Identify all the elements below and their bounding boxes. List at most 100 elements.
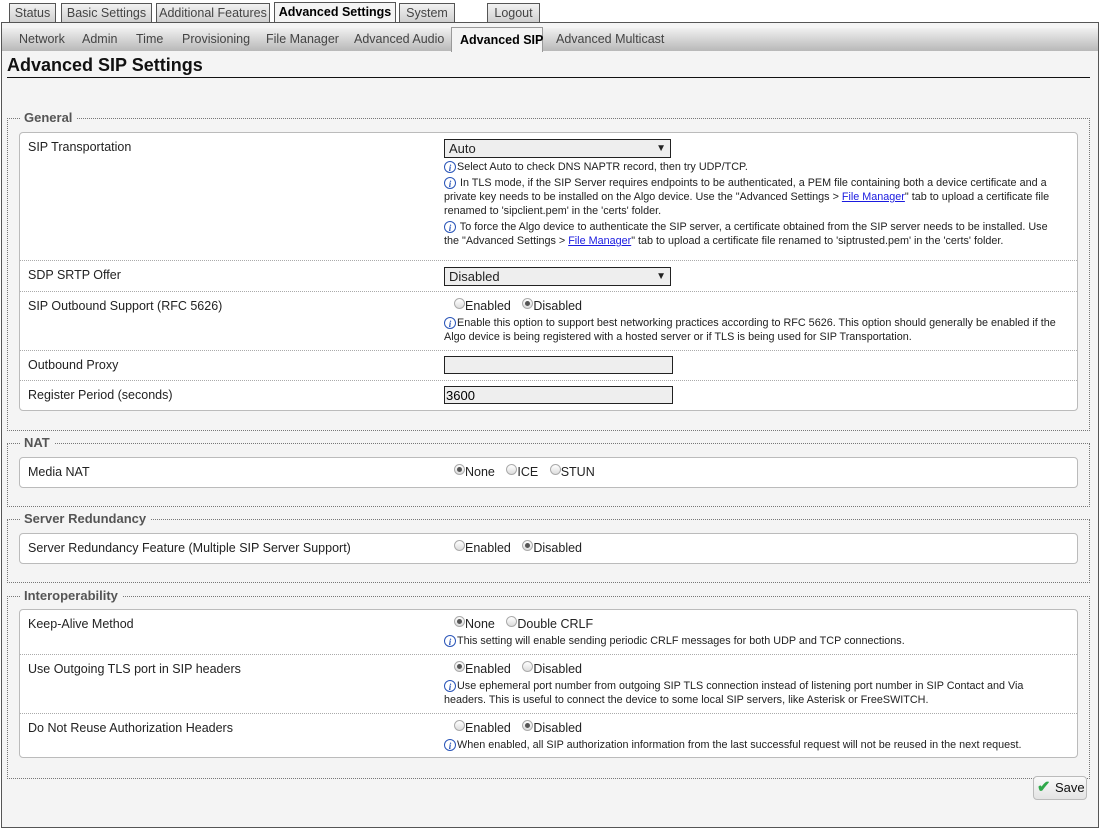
field-label: Use Outgoing TLS port in SIP headers [28,662,241,676]
title-divider [7,77,1090,78]
section-interoperability: Interoperability Keep-Alive Method None … [7,588,1090,779]
info-icon: i [444,161,456,173]
radio-enabled[interactable] [454,661,465,672]
field-label: Register Period (seconds) [28,388,173,402]
tab-basic-settings[interactable]: Basic Settings [61,3,152,22]
tab-status[interactable]: Status [9,3,56,22]
row-server-redundancy: Server Redundancy Feature (Multiple SIP … [20,534,1077,563]
radio-disabled[interactable] [522,540,534,551]
subtab-network[interactable]: Network [19,28,65,51]
interoperability-panel: Keep-Alive Method None Double CRLF i This… [19,609,1078,758]
sub-nav: Network Admin Time Provisioning File Man… [2,27,1098,52]
field-label: SIP Transportation [28,140,132,154]
radio-label: Disabled [533,721,582,735]
server-redundancy-panel: Server Redundancy Feature (Multiple SIP … [19,533,1078,564]
section-legend: Interoperability [20,588,122,603]
row-sip-outbound: SIP Outbound Support (RFC 5626) Enabled … [20,292,1077,351]
radio-disabled[interactable] [522,720,534,731]
field-label: SIP Outbound Support (RFC 5626) [28,299,223,313]
field-label: SDP SRTP Offer [28,268,121,282]
field-label: Media NAT [28,465,90,479]
section-nat: NAT Media NAT None ICE STUN [7,435,1090,507]
radio-label: None [465,617,495,631]
section-server-redundancy: Server Redundancy Server Redundancy Feat… [7,511,1090,583]
dropdown-arrow-icon: ▼ [656,271,666,282]
help-note: i Enable this option to support best netw… [444,316,1064,344]
radio-disabled[interactable] [522,661,534,672]
radio-label: Enabled [465,721,511,735]
sip-transportation-select[interactable]: Auto ▼ [444,139,671,158]
row-media-nat: Media NAT None ICE STUN [20,458,1077,487]
tab-advanced-settings[interactable]: Advanced Settings [274,2,396,22]
file-manager-link[interactable]: File Manager [568,235,631,247]
radio-enabled[interactable] [454,720,465,731]
field-label: Server Redundancy Feature (Multiple SIP … [28,541,351,555]
radio-label: Double CRLF [517,617,594,631]
register-period-input[interactable] [444,386,673,404]
help-note: i This setting will enable sending period… [444,634,1064,648]
radio-none[interactable] [454,464,465,475]
subtab-time[interactable]: Time [136,28,163,51]
radio-label: Enabled [465,541,511,555]
radio-double-crlf[interactable] [506,616,518,627]
field-label: Keep-Alive Method [28,617,134,631]
subtab-advanced-audio[interactable]: Advanced Audio [354,28,444,51]
server-redundancy-radios: Enabled Disabled [444,540,1064,556]
page-title: Advanced SIP Settings [7,55,203,75]
row-keep-alive: Keep-Alive Method None Double CRLF i This… [20,610,1077,655]
subtab-advanced-multicast[interactable]: Advanced Multicast [556,28,664,51]
row-sip-transportation: SIP Transportation Auto ▼ i Select Auto t… [20,133,1077,261]
subtab-advanced-sip[interactable]: Advanced SIP [451,27,543,52]
info-icon: i [444,317,456,329]
radio-enabled[interactable] [454,540,465,551]
section-legend: NAT [20,435,54,450]
radio-label: Disabled [533,662,582,676]
subtab-file-manager[interactable]: File Manager [266,28,339,51]
note-text: " tab to upload a certificate file renam… [631,235,1004,247]
top-nav: Status Basic Settings Additional Feature… [0,0,1102,22]
nat-panel: Media NAT None ICE STUN [19,457,1078,488]
radio-disabled[interactable] [522,298,534,309]
file-manager-link[interactable]: File Manager [842,191,905,203]
sdp-srtp-offer-select[interactable]: Disabled ▼ [444,267,671,286]
section-legend: General [20,110,77,125]
note-text: Use ephemeral port number from outgoing … [444,680,1024,706]
note-text: Enable this option to support best netwo… [444,317,1056,343]
help-note: i Use ephemeral port number from outgoing… [444,679,1064,707]
row-sdp-srtp-offer: SDP SRTP Offer Disabled ▼ [20,261,1077,292]
tab-additional-features[interactable]: Additional Features [156,3,270,22]
select-value: Auto [449,141,476,156]
radio-stun[interactable] [549,464,561,475]
field-label: Do Not Reuse Authorization Headers [28,721,233,735]
info-icon: i [444,635,456,647]
tab-system[interactable]: System [399,3,455,22]
info-icon: i [444,221,456,233]
save-button[interactable]: ✔ Save [1033,776,1087,800]
radio-label: Enabled [465,299,511,313]
radio-label: Disabled [533,299,582,313]
note-text: When enabled, all SIP authorization info… [457,739,1022,751]
general-panel: SIP Transportation Auto ▼ i Select Auto t… [19,132,1078,411]
radio-ice[interactable] [506,464,518,475]
dropdown-arrow-icon: ▼ [656,143,666,154]
sip-outbound-radios: Enabled Disabled [444,298,1064,314]
radio-label: Disabled [533,541,582,555]
info-icon: i [444,177,456,189]
note-text: Select Auto to check DNS NAPTR record, t… [457,161,748,173]
outgoing-tls-radios: Enabled Disabled [444,661,1064,677]
info-icon: i [444,739,456,751]
tab-logout[interactable]: Logout [487,3,540,22]
row-outgoing-tls-port: Use Outgoing TLS port in SIP headers Ena… [20,655,1077,714]
radio-label: Enabled [465,662,511,676]
note-text: This setting will enable sending periodi… [457,635,905,647]
radio-none[interactable] [454,616,465,627]
field-label: Outbound Proxy [28,358,119,372]
outbound-proxy-input[interactable] [444,356,673,374]
no-reuse-auth-radios: Enabled Disabled [444,720,1064,736]
radio-label: None [465,465,495,479]
radio-enabled[interactable] [454,298,465,309]
subtab-admin[interactable]: Admin [82,28,117,51]
subtab-provisioning[interactable]: Provisioning [182,28,250,51]
help-note: i When enabled, all SIP authorization inf… [444,738,1064,752]
section-legend: Server Redundancy [20,511,151,526]
